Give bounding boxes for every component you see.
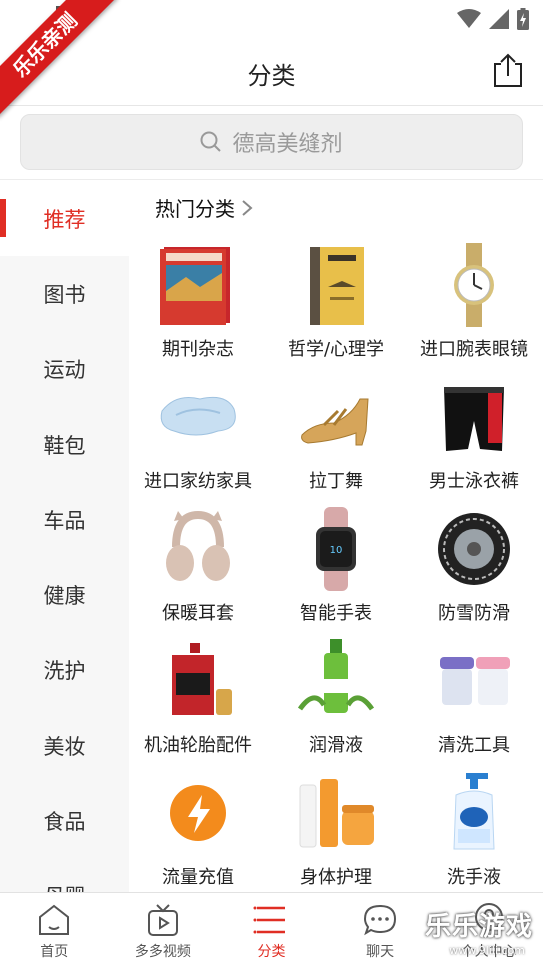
category-label: 期刊杂志	[162, 339, 234, 360]
category-item[interactable]: 期刊杂志	[129, 243, 267, 375]
battery-icon	[517, 8, 529, 30]
hot-categories-link[interactable]: 热门分类	[155, 193, 253, 222]
sidebar-item-label: 洗护	[43, 659, 86, 684]
category-label: 润滑液	[309, 735, 363, 756]
watermark-text: 乐乐游戏	[424, 912, 533, 942]
sidebar-item-car[interactable]: 车品	[0, 482, 129, 557]
sidebar-item-wash-care[interactable]: 洗护	[0, 633, 129, 708]
corner-watermark: 乐乐游戏 www.9lili.com	[419, 907, 539, 963]
category-item[interactable]: 男士泳衣裤	[405, 375, 543, 507]
category-item[interactable]: 流量充值	[129, 771, 267, 892]
nav-label: 分类	[257, 944, 286, 960]
lightning-icon	[170, 785, 226, 841]
search-icon	[200, 131, 222, 152]
sidebar-item-label: 食品	[43, 810, 86, 835]
nav-video[interactable]: 多多视频	[109, 893, 218, 967]
snow-chain-icon	[438, 513, 510, 585]
category-item[interactable]: 身体护理	[267, 771, 405, 892]
nav-label: 首页	[40, 944, 69, 960]
nav-label: 多多视频	[134, 944, 191, 960]
signal-icon	[489, 9, 509, 29]
search-placeholder: 德高美缝剂	[232, 132, 343, 157]
category-item[interactable]: 洗手液	[405, 771, 543, 892]
video-icon	[147, 904, 178, 936]
home-icon	[39, 904, 70, 935]
share-icon	[494, 53, 522, 87]
lubricant-bottle-icon	[297, 639, 375, 713]
engine-oil-icon	[172, 643, 232, 715]
category-label: 清洗工具	[438, 735, 510, 756]
category-sidebar: 推荐 图书 运动 鞋包 车品 健康 洗护 美妆 食品 母婴	[0, 181, 129, 892]
wifi-icon	[457, 9, 481, 28]
sidebar-item-recommend[interactable]: 推荐	[0, 181, 129, 257]
handwash-icon	[453, 773, 495, 850]
sidebar-item-sports[interactable]: 运动	[0, 332, 129, 407]
swim-trunks-icon	[444, 387, 504, 451]
category-label: 保暖耳套	[162, 603, 234, 624]
category-label: 流量充值	[162, 867, 234, 888]
sidebar-item-food[interactable]: 食品	[0, 783, 129, 858]
sidebar-item-books[interactable]: 图书	[0, 256, 129, 331]
category-label: 洗手液	[447, 867, 501, 888]
body-care-icon	[299, 779, 374, 848]
svg-text:10: 10	[330, 545, 343, 556]
category-grid: 期刊杂志 哲学/心理学 进口腕表眼镜 进口家纺家具 拉丁舞 男士泳衣裤 保暖耳套…	[129, 243, 543, 892]
lens-case-icon	[440, 657, 510, 705]
sidebar-item-health[interactable]: 健康	[0, 557, 129, 632]
corner-ribbon: 乐乐亲测	[0, 0, 140, 140]
pillow-icon	[160, 396, 236, 436]
category-label: 机油轮胎配件	[144, 735, 252, 756]
category-label: 进口腕表眼镜	[420, 339, 528, 360]
category-item[interactable]: 拉丁舞	[267, 375, 405, 507]
category-label: 男士泳衣裤	[429, 471, 519, 492]
magazine-icon	[160, 247, 230, 325]
sidebar-item-label: 运动	[43, 358, 86, 383]
chevron-right-icon	[242, 199, 253, 216]
category-label: 哲学/心理学	[287, 339, 385, 360]
sidebar-item-label: 图书	[43, 282, 86, 307]
category-item[interactable]: 防雪防滑	[405, 507, 543, 639]
sidebar-item-label: 车品	[43, 508, 86, 533]
sidebar-item-shoes-bags[interactable]: 鞋包	[0, 407, 129, 482]
category-label: 智能手表	[300, 603, 372, 624]
category-content: 热门分类 期刊杂志 哲学/心理学 进口腕表眼镜 进口家纺家具 拉丁舞 男士泳衣裤…	[129, 181, 543, 892]
watch-icon	[454, 243, 494, 327]
category-label: 防雪防滑	[438, 603, 510, 624]
category-item[interactable]: 机油轮胎配件	[129, 639, 267, 771]
ribbon-text: 乐乐亲测	[0, 0, 118, 118]
category-item[interactable]: 哲学/心理学	[267, 243, 405, 375]
nav-home[interactable]: 首页	[0, 893, 109, 967]
book-icon	[310, 247, 364, 325]
category-list-icon	[253, 906, 286, 934]
category-item[interactable]: 保暖耳套	[129, 507, 267, 639]
nav-label: 聊天	[366, 944, 395, 960]
dance-shoe-icon	[301, 398, 369, 446]
share-button[interactable]	[491, 52, 525, 88]
sidebar-item-baby[interactable]: 母婴	[0, 859, 129, 892]
watermark-url: www.9lili.com	[449, 944, 525, 957]
category-item[interactable]: 10 智能手表	[267, 507, 405, 639]
sidebar-item-beauty[interactable]: 美妆	[0, 708, 129, 783]
sidebar-item-label: 推荐	[43, 207, 86, 232]
sidebar-item-label: 美妆	[43, 734, 86, 759]
earmuffs-icon	[166, 510, 230, 581]
category-item[interactable]: 进口家纺家具	[129, 375, 267, 507]
chat-icon	[364, 904, 397, 936]
category-item[interactable]: 进口腕表眼镜	[405, 243, 543, 375]
sidebar-item-label: 母婴	[44, 881, 86, 892]
category-label: 身体护理	[300, 867, 372, 888]
category-label: 进口家纺家具	[144, 471, 252, 492]
section-title: 热门分类	[155, 197, 235, 221]
category-label: 拉丁舞	[309, 471, 363, 492]
category-item[interactable]: 清洗工具	[405, 639, 543, 771]
category-item[interactable]: 润滑液	[267, 639, 405, 771]
sidebar-item-label: 鞋包	[43, 433, 86, 458]
sidebar-item-label: 健康	[43, 584, 86, 609]
nav-category[interactable]: 分类	[217, 893, 326, 967]
smartwatch-icon: 10	[316, 507, 356, 591]
